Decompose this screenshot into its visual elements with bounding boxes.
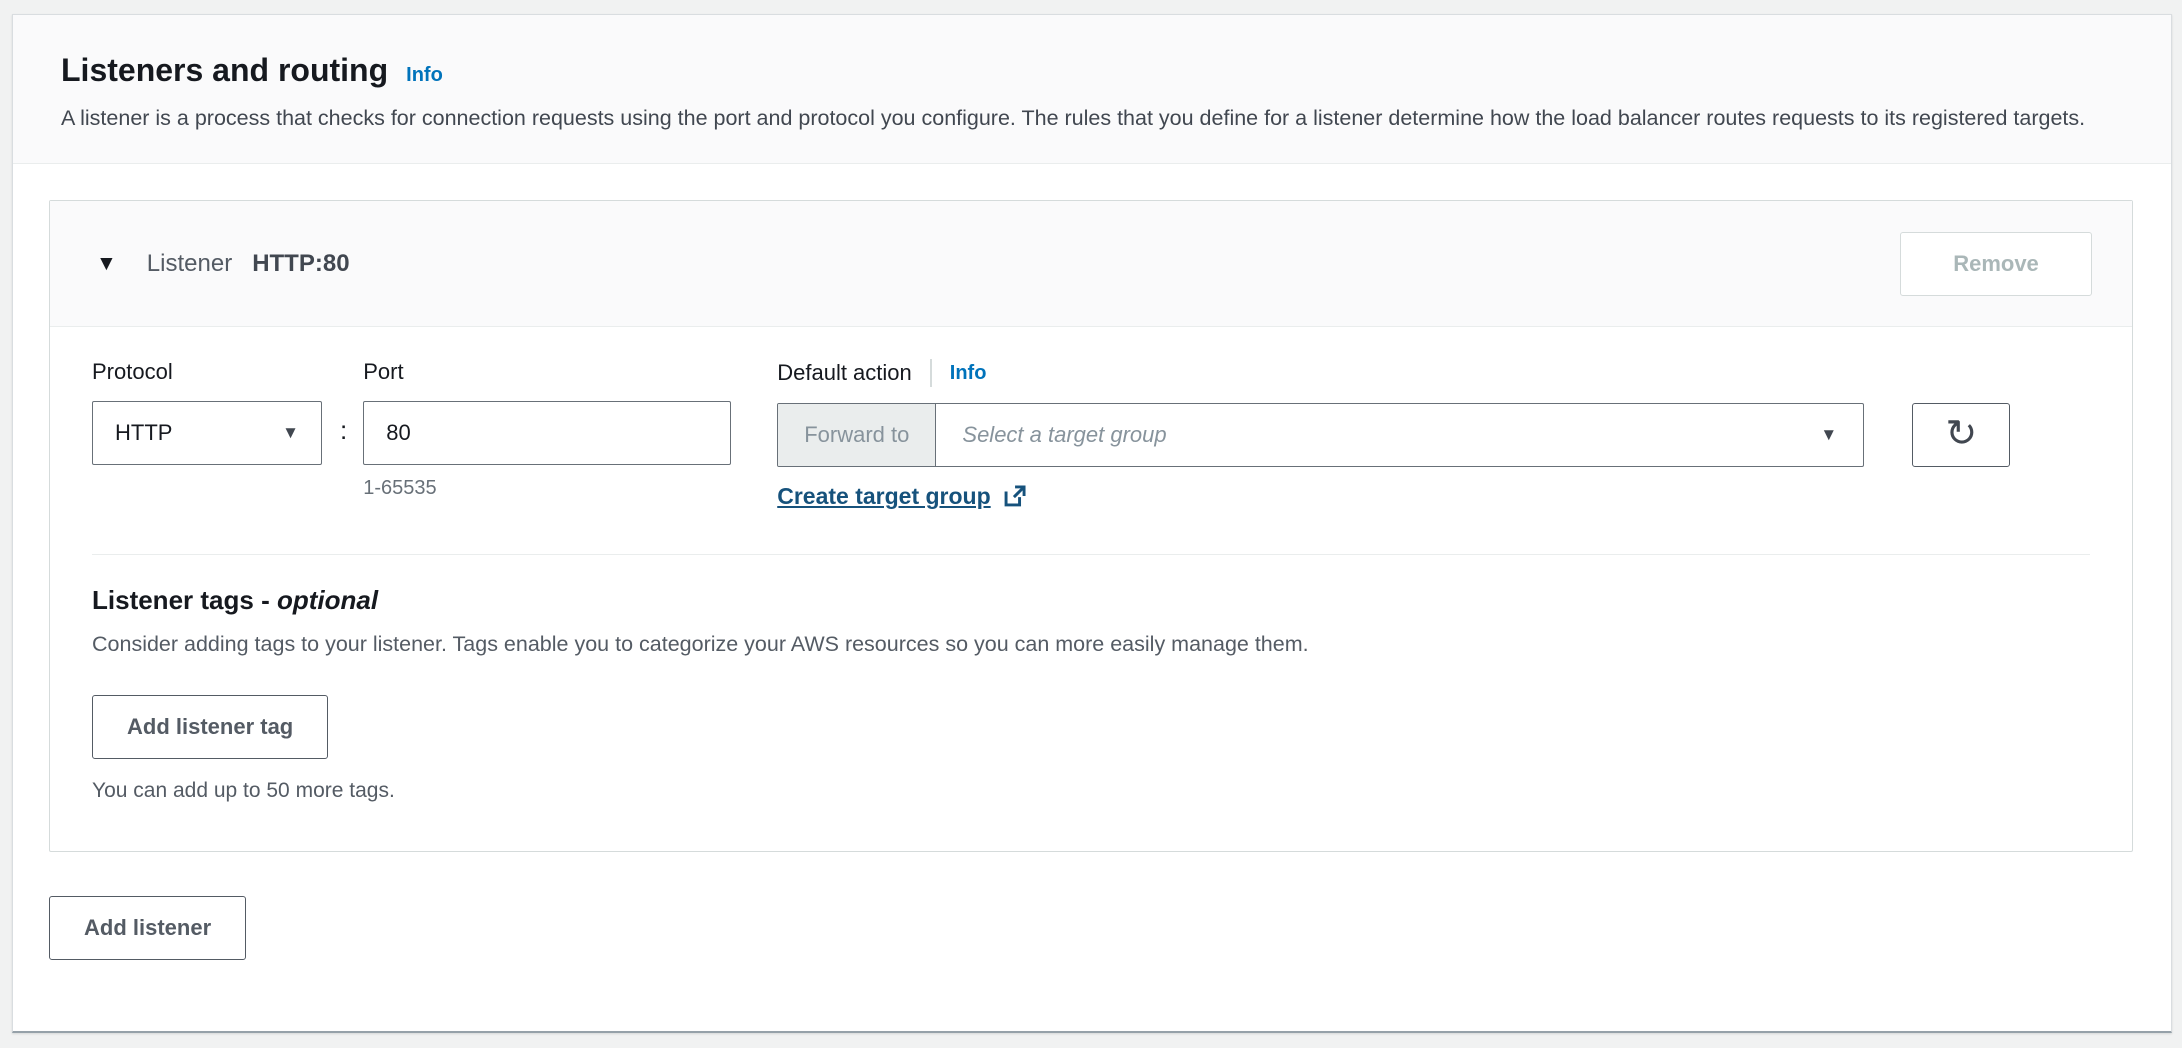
listener-label: Listener [146, 249, 233, 277]
add-listener-tag-button[interactable]: Add listener tag [92, 695, 329, 759]
default-action-field: Default action Info Forward to Select a … [777, 359, 2090, 510]
tags-title-separator: - [261, 585, 277, 615]
section-info-link[interactable]: Info [406, 64, 443, 87]
refresh-icon: ↻ [1945, 412, 1978, 455]
tags-remaining-hint: You can add up to 50 more tags. [92, 779, 395, 802]
forward-to-prefix: Forward to [778, 404, 937, 466]
port-range-hint: 1-65535 [363, 477, 437, 499]
listener-card-body: Protocol HTTP ▼ : Port 1-65535 [50, 327, 2132, 851]
listener-tags-section: Listener tags - optional Consider adding… [92, 555, 2090, 803]
chevron-down-icon: ▼ [282, 423, 299, 442]
external-link-icon [1004, 485, 1026, 507]
listener-name: HTTP:80 [252, 249, 350, 277]
protocol-selected-value: HTTP [115, 420, 173, 445]
page-title: Listeners and routing [61, 52, 389, 88]
listener-card-header: ▼ Listener HTTP:80 Remove [50, 201, 2132, 327]
protocol-port-separator: : [340, 415, 348, 445]
refresh-target-groups-button[interactable]: ↻ [1912, 403, 2011, 467]
panel-body: ▼ Listener HTTP:80 Remove Protocol HTTP … [13, 164, 2171, 996]
default-action-info-link[interactable]: Info [950, 362, 987, 385]
label-divider [929, 359, 932, 387]
tags-title: Listener tags [92, 585, 254, 615]
protocol-label: Protocol [92, 359, 173, 384]
protocol-select[interactable]: HTTP ▼ [92, 401, 322, 465]
section-description: A listener is a process that checks for … [61, 106, 2086, 130]
add-listener-button[interactable]: Add listener [49, 896, 247, 960]
remove-listener-button[interactable]: Remove [1900, 231, 2092, 296]
port-field: Port 1-65535 [363, 359, 732, 500]
collapse-caret-icon[interactable]: ▼ [96, 253, 117, 274]
target-group-select[interactable]: Forward to Select a target group ▼ [777, 403, 1865, 467]
target-group-placeholder: Select a target group [962, 422, 1167, 447]
protocol-field: Protocol HTTP ▼ [92, 359, 322, 465]
default-action-label: Default action [777, 360, 912, 385]
listener-card: ▼ Listener HTTP:80 Remove Protocol HTTP … [49, 200, 2133, 852]
tags-optional-label: optional [276, 585, 379, 615]
port-input[interactable] [363, 401, 732, 465]
chevron-down-icon: ▼ [1820, 425, 1838, 444]
port-label: Port [363, 359, 404, 384]
listeners-and-routing-panel: Listeners and routing Info A listener is… [12, 14, 2172, 1033]
tags-description: Consider adding tags to your listener. T… [92, 632, 1309, 656]
create-target-group-link[interactable]: Create target group [777, 483, 990, 510]
panel-header: Listeners and routing Info A listener is… [13, 15, 2171, 164]
